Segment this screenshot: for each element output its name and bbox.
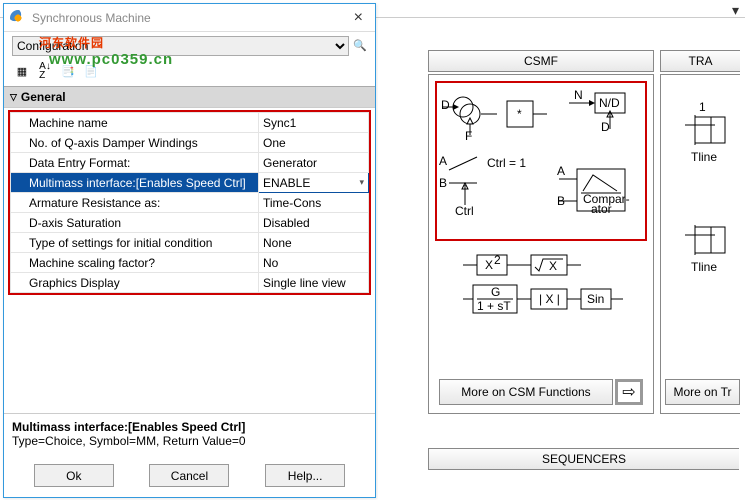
svg-text:X: X (485, 258, 493, 272)
dialog-title: Synchronous Machine (32, 11, 348, 25)
property-hint: Multimass interface:[Enables Speed Ctrl]… (4, 413, 375, 454)
palette-canvas: CSMF TRA D F * N N/D (378, 20, 745, 500)
menu-dropdown-icon[interactable]: ▾ (732, 2, 739, 19)
prop-row: D-axis SaturationDisabled (11, 213, 369, 233)
prop-row-selected: Multimass interface:[Enables Speed Ctrl]… (11, 173, 369, 193)
more-tr-label: More on Tr (665, 379, 740, 405)
arrow-right-icon[interactable]: ⇨ (615, 379, 643, 405)
hint-desc: Type=Choice, Symbol=MM, Return Value=0 (12, 434, 367, 448)
csmf-highlight (435, 81, 647, 241)
ok-button[interactable]: Ok (34, 464, 114, 487)
config-row: Configuration 🔍 (4, 32, 375, 60)
csmf-panel[interactable]: D F * N N/D D Ctrl = 1 A B Ctrl A B (428, 74, 654, 414)
collapse-icon[interactable]: 📄 (81, 62, 101, 80)
categorize-icon[interactable]: ▦ (12, 62, 32, 80)
hint-title: Multimass interface:[Enables Speed Ctrl] (12, 420, 367, 434)
more-csm-button[interactable]: More on CSM Functions ⇨ (439, 379, 643, 405)
svg-text:1 + sT: 1 + sT (477, 299, 511, 313)
chevron-down-icon: ▽ (10, 92, 17, 103)
more-csm-label: More on CSM Functions (439, 379, 613, 405)
sequencers-header[interactable]: SEQUENCERS (428, 448, 739, 470)
expand-icon[interactable]: 📑 (58, 62, 78, 80)
svg-text:Sin: Sin (587, 292, 604, 306)
tra-header[interactable]: TRA (660, 50, 740, 72)
sort-icon[interactable]: A↓Z (35, 62, 55, 80)
prop-row: No. of Q-axis Damper WindingsOne (11, 133, 369, 153)
more-tr-button[interactable]: More on Tr (665, 379, 740, 405)
property-toolbar: ▦ A↓Z 📑 📄 (4, 60, 375, 86)
tra-panel[interactable]: 1 Tline Tline More on Tr (660, 74, 740, 414)
app-icon (10, 10, 26, 26)
configuration-select[interactable]: Configuration (12, 36, 349, 56)
general-category-header[interactable]: ▽ General (4, 86, 375, 108)
prop-row: Type of settings for initial conditionNo… (11, 233, 369, 253)
help-button[interactable]: Help... (265, 464, 345, 487)
svg-text:G: G (491, 285, 500, 299)
svg-text:Tline: Tline (691, 150, 717, 164)
close-icon[interactable]: × (348, 9, 369, 27)
svg-text:Tline: Tline (691, 260, 717, 274)
search-icon[interactable]: 🔍 (353, 39, 367, 53)
prop-row: Machine nameSync1 (11, 113, 369, 133)
chevron-down-icon: ▾ (359, 177, 364, 188)
svg-text:1: 1 (699, 100, 706, 114)
general-label: General (21, 90, 66, 104)
dialog-titlebar: Synchronous Machine × (4, 4, 375, 32)
svg-text:| X |: | X | (539, 292, 560, 306)
property-grid-highlight: Machine nameSync1 No. of Q-axis Damper W… (8, 110, 371, 295)
tra-diagram: 1 Tline Tline (661, 75, 741, 375)
synchronous-machine-dialog: Synchronous Machine × 河东软件园 www.pc0359.c… (3, 3, 376, 498)
cancel-button[interactable]: Cancel (149, 464, 229, 487)
prop-row: Machine scaling factor?No (11, 253, 369, 273)
property-grid[interactable]: Machine nameSync1 No. of Q-axis Damper W… (10, 112, 369, 293)
dialog-button-bar: Ok Cancel Help... (4, 454, 375, 497)
property-area: ▽ General Machine nameSync1 No. of Q-axi… (4, 86, 375, 497)
prop-row: Armature Resistance as:Time-Cons (11, 193, 369, 213)
svg-text:2: 2 (494, 253, 501, 267)
csmf-header[interactable]: CSMF (428, 50, 654, 72)
prop-row: Graphics DisplaySingle line view (11, 273, 369, 293)
svg-text:X: X (549, 259, 557, 273)
prop-row: Data Entry Format:Generator (11, 153, 369, 173)
